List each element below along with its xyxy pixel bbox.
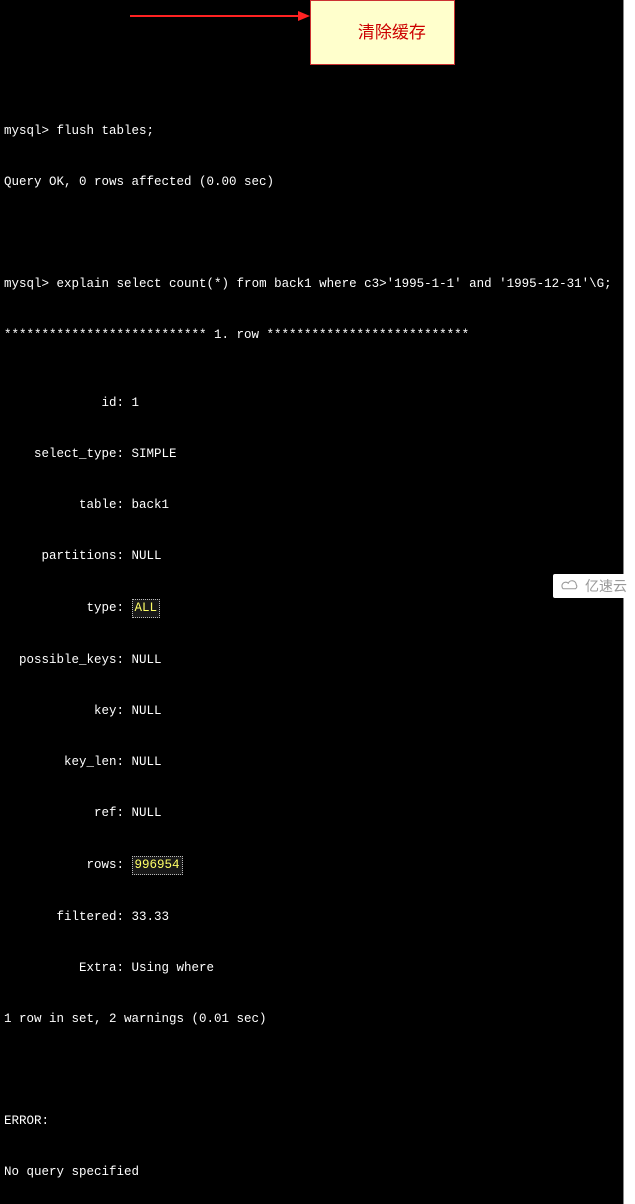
field-label: Extra:	[4, 960, 124, 977]
field-label: type:	[4, 600, 124, 617]
plan1-filtered: 33.33	[132, 910, 170, 924]
error-msg: No query specified	[4, 1164, 621, 1181]
arrow-annotation-icon	[130, 9, 310, 23]
field-label: select_type:	[4, 446, 124, 463]
field-label: key:	[4, 703, 124, 720]
annotation-label: 清除缓存	[358, 23, 426, 42]
row-header: *************************** 1. row *****…	[4, 327, 621, 344]
plan1-id: 1	[132, 396, 140, 410]
cmd-flush: flush tables;	[57, 124, 155, 138]
field-label: ref:	[4, 805, 124, 822]
field-label: id:	[4, 395, 124, 412]
plan1-key: NULL	[132, 704, 162, 718]
field-label: table:	[4, 497, 124, 514]
prompt: mysql>	[4, 124, 49, 138]
plan1-table: back1	[132, 498, 170, 512]
plan1-select-type: SIMPLE	[132, 447, 177, 461]
watermark: 亿速云	[553, 574, 633, 598]
watermark-text: 亿速云	[585, 576, 627, 596]
field-label: possible_keys:	[4, 652, 124, 669]
result-flush: Query OK, 0 rows affected (0.00 sec)	[4, 174, 621, 191]
cloud-icon	[559, 579, 581, 593]
field-label: partitions:	[4, 548, 124, 565]
plan1-ref: NULL	[132, 806, 162, 820]
prompt: mysql>	[4, 277, 49, 291]
cmd-explain1: explain select count(*) from back1 where…	[57, 277, 612, 291]
terminal-output[interactable]: 清除缓存 mysql> flush tables; Query OK, 0 ro…	[0, 0, 624, 1204]
plan1-extra: Using where	[132, 961, 215, 975]
field-label: key_len:	[4, 754, 124, 771]
field-label: rows:	[4, 857, 124, 874]
plan1-possible-keys: NULL	[132, 653, 162, 667]
plan1-key-len: NULL	[132, 755, 162, 769]
annotation-tooltip: 清除缓存	[310, 0, 455, 65]
error-head: ERROR:	[4, 1113, 621, 1130]
plan1-rows: 996954	[132, 856, 183, 875]
field-label: filtered:	[4, 909, 124, 926]
plan1-partitions: NULL	[132, 549, 162, 563]
result1: 1 row in set, 2 warnings (0.01 sec)	[4, 1011, 621, 1028]
